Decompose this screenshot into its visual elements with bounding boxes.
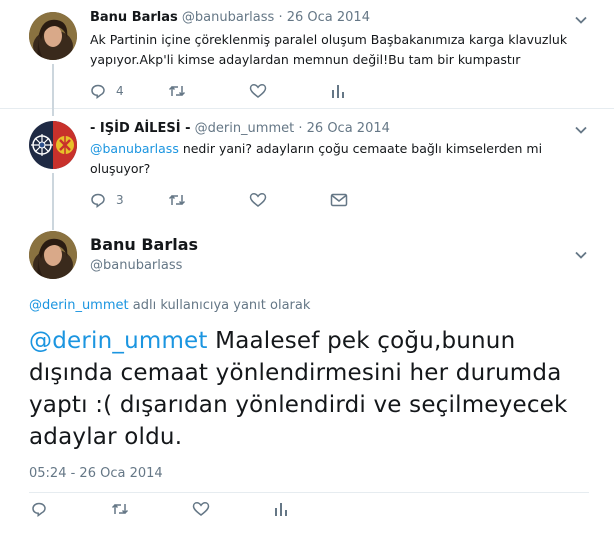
- retweet-button[interactable]: [168, 191, 186, 209]
- thread-line: [52, 64, 54, 108]
- main-tweet: Banu Barlas @banubarlass @derin_ummet ad…: [0, 224, 614, 542]
- avatar[interactable]: [29, 121, 77, 169]
- thread-line: [52, 224, 54, 230]
- tweet-1[interactable]: Banu Barlas @banubarlass · 26 Oca 2014 A…: [0, 0, 614, 108]
- reply-button[interactable]: [31, 500, 47, 518]
- tweet-date[interactable]: 26 Oca 2014: [307, 121, 390, 136]
- reply-button[interactable]: 4: [90, 82, 124, 100]
- thread-line: [52, 108, 54, 116]
- analytics-icon: [275, 503, 287, 516]
- author-handle[interactable]: @derin_ummet: [195, 121, 295, 136]
- tweet-text: @banubarlass nedir yani? adayların çoğu …: [90, 139, 570, 179]
- like-icon: [192, 502, 210, 516]
- avatar[interactable]: [29, 231, 77, 279]
- analytics-button[interactable]: [274, 500, 288, 518]
- chevron-down-icon[interactable]: [573, 122, 589, 138]
- thread-line: [52, 173, 54, 224]
- analytics-button[interactable]: [331, 82, 345, 100]
- like-icon: [249, 84, 267, 98]
- reply-icon: [91, 193, 105, 208]
- avatar[interactable]: [29, 12, 77, 60]
- like-icon: [249, 193, 267, 207]
- like-button[interactable]: [192, 500, 210, 518]
- chevron-down-icon[interactable]: [573, 247, 589, 263]
- chevron-down-icon[interactable]: [573, 12, 589, 28]
- reply-count: 4: [116, 84, 124, 98]
- tweet-header: - IŞİD AİLESİ - @derin_ummet · 26 Oca 20…: [90, 121, 390, 136]
- reply-context-text: adlı kullanıcıya yanıt olarak: [128, 298, 311, 313]
- tweet-date[interactable]: 26 Oca 2014: [287, 10, 370, 25]
- replying-to: @derin_ummet adlı kullanıcıya yanıt olar…: [29, 298, 310, 313]
- like-button[interactable]: [249, 82, 267, 100]
- retweet-icon: [168, 194, 186, 206]
- reply-button[interactable]: 3: [90, 191, 124, 209]
- tweet-header: Banu Barlas @banubarlass · 26 Oca 2014: [90, 10, 370, 25]
- mention-link[interactable]: @banubarlass: [90, 141, 179, 156]
- tweet-text: @derin_ummet Maalesef pek çoğu,bunun dış…: [29, 325, 579, 453]
- direct-message-button[interactable]: [330, 191, 348, 209]
- author-handle[interactable]: @banubarlass: [182, 10, 274, 25]
- separator-dot: ·: [278, 10, 283, 25]
- separator-dot: ·: [298, 121, 303, 136]
- tweet-text: Ak Partinin içine çöreklenmiş paralel ol…: [90, 32, 568, 67]
- retweet-icon: [111, 503, 129, 515]
- tweet-timestamp[interactable]: 05:24 - 26 Oca 2014: [29, 466, 163, 481]
- author-name[interactable]: - IŞİD AİLESİ -: [90, 121, 190, 136]
- message-icon: [330, 193, 348, 207]
- retweet-icon: [168, 85, 186, 97]
- author-handle[interactable]: @banubarlass: [90, 258, 182, 273]
- divider: [29, 492, 589, 493]
- mention-link[interactable]: @derin_ummet: [29, 328, 208, 354]
- author-name[interactable]: Banu Barlas: [90, 235, 198, 254]
- retweet-button[interactable]: [111, 500, 129, 518]
- author-name[interactable]: Banu Barlas: [90, 10, 178, 25]
- reply-count: 3: [116, 193, 124, 207]
- reply-icon: [91, 84, 105, 99]
- tweet-2[interactable]: - IŞİD AİLESİ - @derin_ummet · 26 Oca 20…: [0, 108, 614, 224]
- like-button[interactable]: [249, 191, 267, 209]
- retweet-button[interactable]: [168, 82, 186, 100]
- reply-icon: [32, 502, 46, 517]
- reply-mention-link[interactable]: @derin_ummet: [29, 298, 129, 313]
- analytics-icon: [332, 85, 344, 98]
